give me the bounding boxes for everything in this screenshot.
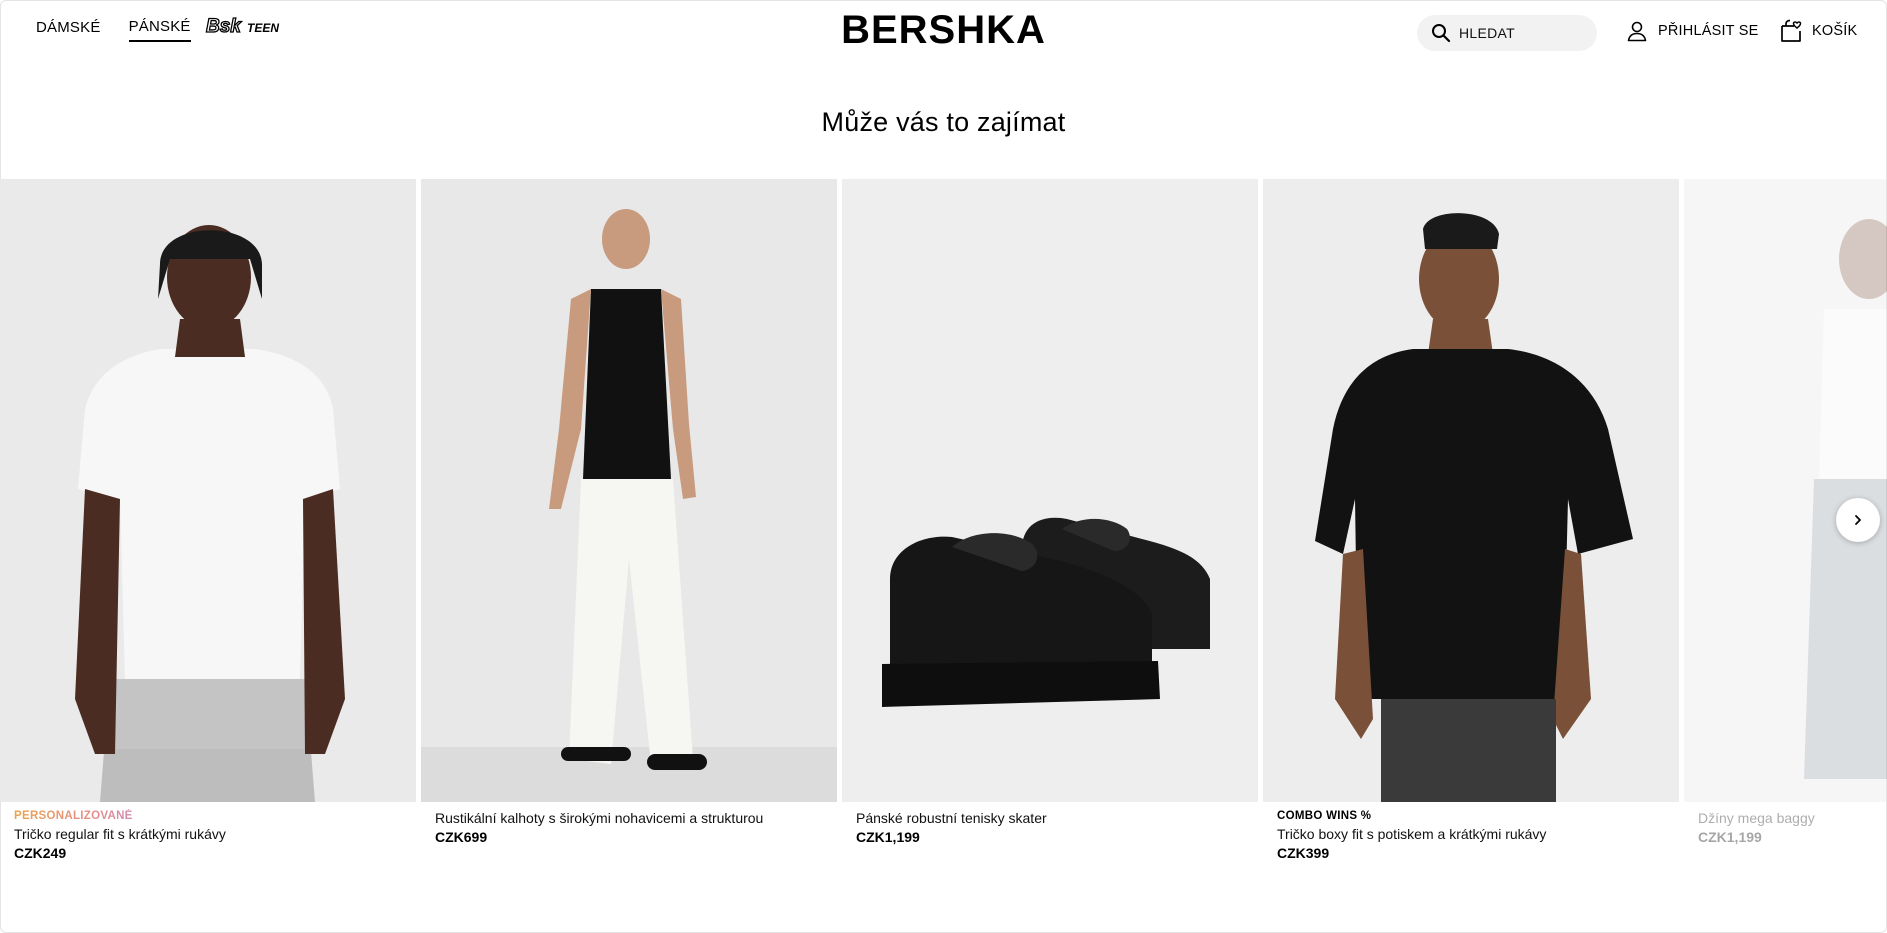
mega-baggy-jeans-model-image xyxy=(1684,179,1887,802)
shopping-bag-icon xyxy=(1781,19,1802,42)
login-button[interactable]: PŘIHLÁSIT SE xyxy=(1626,20,1758,42)
product-name[interactable]: Džíny mega baggy xyxy=(1698,809,1887,828)
product-info: COMBO WINS % Tričko boxy fit s potiskem … xyxy=(1263,802,1679,863)
product-image[interactable] xyxy=(842,179,1258,802)
chevron-right-icon xyxy=(1855,515,1861,525)
product-image[interactable] xyxy=(421,179,837,802)
product-badge: PERSONALIZOVANÉ xyxy=(14,809,416,824)
product-name[interactable]: Rustikální kalhoty s širokými nohavicemi… xyxy=(435,809,837,828)
site-header: DÁMSKÉ PÁNSKÉ Bsk TEEN BERSHKA HLEDAT PŘ… xyxy=(0,0,1887,64)
brand-logo[interactable]: BERSHKA xyxy=(0,8,1887,53)
product-image[interactable] xyxy=(1684,179,1887,802)
section-title: Může vás to zajímat xyxy=(821,107,1066,137)
black-boxy-tshirt-model-image xyxy=(1263,179,1679,802)
product-card[interactable]: Pánské robustní tenisky skater CZK1,199 xyxy=(842,179,1258,847)
product-info: Rustikální kalhoty s širokými nohavicemi… xyxy=(421,802,837,847)
product-price: CZK249 xyxy=(14,845,67,861)
product-badge: COMBO WINS % xyxy=(1277,810,1372,822)
carousel-next-button[interactable] xyxy=(1836,498,1880,542)
login-label: PŘIHLÁSIT SE xyxy=(1658,23,1759,39)
product-name[interactable]: Tričko regular fit s krátkými rukávy xyxy=(14,825,416,844)
product-card[interactable]: Rustikální kalhoty s širokými nohavicemi… xyxy=(421,179,837,847)
cart-button[interactable]: KOŠÍK xyxy=(1780,19,1857,43)
search-input[interactable]: HLEDAT xyxy=(1417,15,1597,51)
product-card[interactable]: COMBO WINS % Tričko boxy fit s potiskem … xyxy=(1263,179,1679,863)
search-placeholder: HLEDAT xyxy=(1459,25,1515,41)
white-tshirt-model-image xyxy=(0,179,416,802)
product-price: CZK399 xyxy=(1277,845,1330,861)
product-name[interactable]: Tričko boxy fit s potiskem a krátkými ru… xyxy=(1277,825,1679,844)
cart-label: KOŠÍK xyxy=(1812,23,1858,39)
product-image[interactable] xyxy=(1263,179,1679,802)
product-price: CZK699 xyxy=(435,829,488,845)
product-info: PERSONALIZOVANÉ Tričko regular fit s krá… xyxy=(0,802,416,863)
search-icon xyxy=(1432,24,1451,43)
product-image[interactable] xyxy=(0,179,416,802)
white-trousers-tank-model-image xyxy=(421,179,837,802)
product-carousel: PERSONALIZOVANÉ Tričko regular fit s krá… xyxy=(0,179,1887,879)
product-info: Pánské robustní tenisky skater CZK1,199 xyxy=(842,802,1258,847)
black-skater-sneakers-image xyxy=(842,179,1258,802)
product-name[interactable]: Pánské robustní tenisky skater xyxy=(856,809,1258,828)
product-card[interactable]: PERSONALIZOVANÉ Tričko regular fit s krá… xyxy=(0,179,416,863)
product-price: CZK1,199 xyxy=(1698,829,1762,845)
user-icon xyxy=(1627,21,1647,42)
product-price: CZK1,199 xyxy=(856,829,920,845)
product-info: Džíny mega baggy CZK1,199 xyxy=(1684,802,1887,847)
